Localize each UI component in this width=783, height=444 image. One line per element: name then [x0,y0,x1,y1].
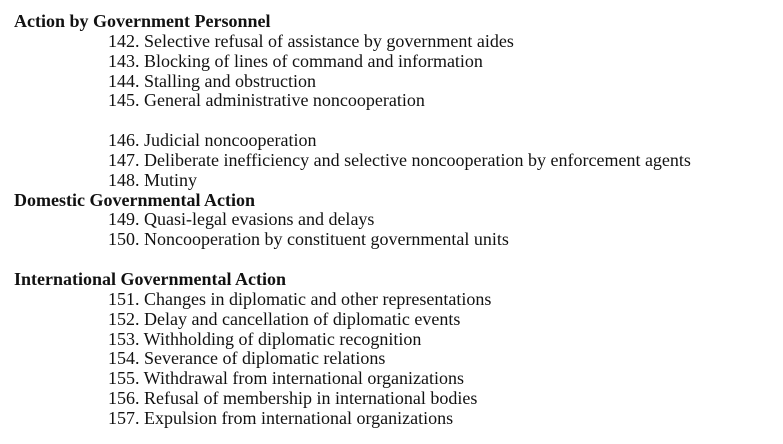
list-item: 154. Severance of diplomatic relations [108,348,386,369]
list-item: 143. Blocking of lines of command and in… [108,50,483,71]
list-item: 148. Mutiny [108,169,198,190]
list-item: 152. Delay and cancellation of diplomati… [108,308,461,329]
list-item: 147. Deliberate inefficiency and selecti… [108,149,691,170]
section-heading-domestic-governmental: Domestic Governmental Action [14,189,255,210]
section-heading-international-governmental: International Governmental Action [14,268,286,289]
list-item: 151. Changes in diplomatic and other rep… [108,288,492,309]
section-heading-government-personnel: Action by Government Personnel [14,11,271,31]
list-item: 155. Withdrawal from international organ… [108,368,465,389]
list-item: 142. Selective refusal of assistance by … [108,30,514,51]
list-item: 145. General administrative noncooperati… [108,90,425,111]
list-item: 144. Stalling and obstruction [108,70,316,91]
list-item: 150. Noncooperation by constituent gover… [108,229,509,250]
list-item: 149. Quasi-legal evasions and delays [108,209,375,230]
list-item: 157. Expulsion from international organi… [108,407,454,428]
list-item: 146. Judicial noncooperation [108,130,317,151]
document-body: Action by Government Personnel 142. Sele… [14,11,779,429]
list-item: 153. Withholding of diplomatic recogniti… [108,328,422,349]
list-item: 156. Refusal of membership in internatio… [108,388,478,409]
